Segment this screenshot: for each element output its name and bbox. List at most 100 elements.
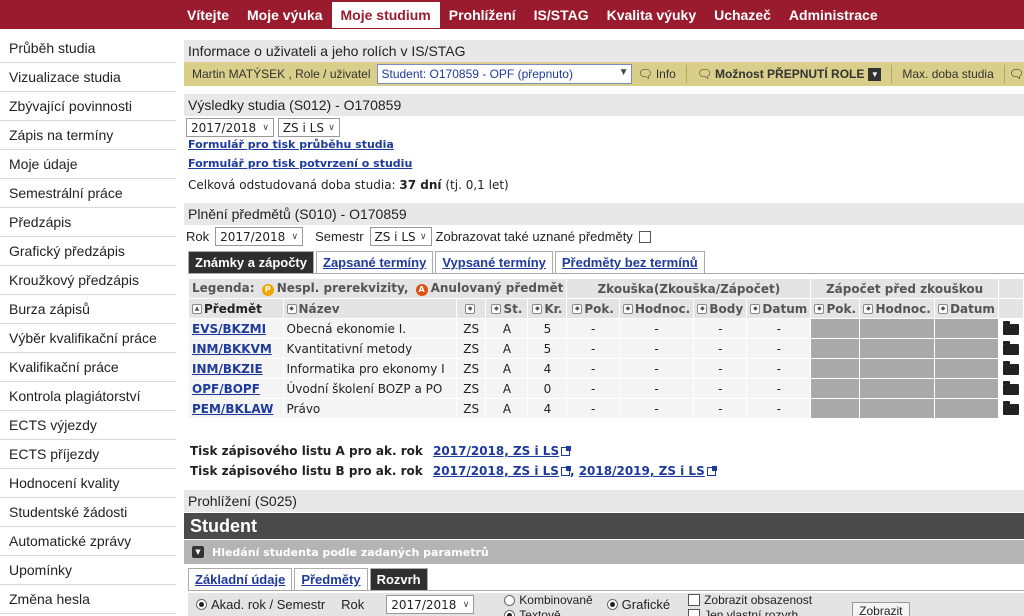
sidebar-item-my-data[interactable]: Moje údaje (0, 150, 176, 179)
folder-open-icon[interactable] (997, 318, 1024, 339)
sidebar-item-study-progress[interactable]: Průběh studia (0, 34, 176, 63)
tab-grades-credits[interactable]: Známky a zápočty (188, 251, 314, 273)
print-progress-link[interactable]: Formulář pro tisk průběhu studia (188, 138, 394, 151)
column-header-exam-date[interactable]: ◆ Datum (746, 298, 812, 319)
subject-code-link[interactable]: INM/BKKVM (192, 342, 272, 356)
tab-registered-terms[interactable]: Zapsané termíny (316, 251, 434, 273)
nav-item-is-stag[interactable]: IS/STAG (525, 2, 598, 28)
student-search-toggle[interactable]: ▼ Hledání studenta podle zadaných parame… (184, 540, 1024, 564)
sidebar-item-graphic-pre-enrollment[interactable]: Grafický předzápis (0, 237, 176, 266)
sidebar-item-ects-incoming[interactable]: ECTS příjezdy (0, 440, 176, 469)
study-duration-note: (tj. 0,1 let) (445, 178, 509, 192)
sidebar-item-plagiarism-check[interactable]: Kontrola plagiátorství (0, 382, 176, 411)
info-button[interactable]: 🗨 Info (632, 67, 682, 81)
nav-item-applicant[interactable]: Uchazeč (705, 2, 780, 28)
folder-open-icon[interactable] (997, 398, 1024, 419)
text-radio[interactable] (504, 609, 516, 616)
sort-icon: ◆ (697, 304, 708, 314)
sidebar-item-pre-enrollment[interactable]: Předzápis (0, 208, 176, 237)
switch-role-button[interactable]: 🗨 Možnost PŘEPNUTÍ ROLE ▼ (691, 67, 888, 81)
nav-item-my-studies[interactable]: Moje studium (331, 2, 440, 28)
dropdown-icon[interactable]: ▼ (868, 67, 882, 81)
year-semester-radio[interactable] (196, 599, 207, 610)
own-schedule-checkbox[interactable] (688, 609, 701, 616)
sort-icon: ◆ (938, 304, 949, 314)
chevron-down-icon: ∨ (262, 122, 269, 133)
print-list-b-link-2017[interactable]: 2017/2018, ZS i LS (433, 464, 559, 478)
sidebar-item-quality-evaluation[interactable]: Hodnocení kvality (0, 469, 176, 498)
sidebar-item-ects-outgoing[interactable]: ECTS výjezdy (0, 411, 176, 440)
tab-subjects-without-terms[interactable]: Předměty bez termínů (554, 251, 705, 273)
folder-open-icon[interactable] (997, 358, 1024, 379)
tab-basic-info[interactable]: Základní údaje (188, 568, 293, 590)
show-recognized-checkbox[interactable] (638, 230, 651, 243)
column-header-credit-date[interactable]: ◆ Datum (934, 298, 999, 319)
graphic-radio[interactable] (606, 599, 618, 610)
show-button[interactable]: Zobrazit (852, 601, 910, 616)
subject-code-link[interactable]: OPF/BOPF (192, 382, 260, 396)
subjects-year-select[interactable]: 2017/2018 ∨ (215, 227, 304, 246)
sidebar-item-study-visualization[interactable]: Vizualizace studia (0, 63, 176, 92)
subject-status: A (485, 338, 529, 359)
column-header-credits[interactable]: ◆ Kr. (527, 298, 568, 319)
folder-open-icon[interactable] (997, 338, 1024, 359)
credit-attempts (810, 338, 861, 359)
chat-icon[interactable]: 🗨 (1009, 67, 1024, 81)
subject-name: Úvodní školení BOZP a PO (282, 378, 458, 399)
print-list-a-link[interactable]: 2017/2018, ZS i LS (433, 444, 559, 458)
column-header-sort[interactable]: ◆ (456, 298, 487, 319)
column-header-exam-grade[interactable]: ◆ Hodnoc. (618, 298, 695, 319)
combined-radio[interactable] (504, 594, 516, 606)
print-list-b-link-2018[interactable]: 2018/2019, ZS i LS (579, 464, 705, 478)
show-occupancy-checkbox[interactable] (688, 594, 701, 607)
sidebar-item-student-requests[interactable]: Studentské žádosti (0, 498, 176, 527)
column-header-status[interactable]: ◆ St. (485, 298, 529, 319)
subject-code-link[interactable]: PEM/BKLAW (192, 402, 273, 416)
display-mode-group: Kombinovaně Textově (504, 593, 593, 616)
subject-status: A (485, 378, 529, 399)
sidebar-item-group-pre-enrollment[interactable]: Kroužkový předzápis (0, 266, 176, 295)
max-duration-button[interactable]: Max. doba studia (896, 67, 999, 81)
folder-open-icon[interactable] (997, 378, 1024, 399)
column-header-exam-attempts[interactable]: ◆ Pok. (566, 298, 620, 319)
column-header-credit-attempts[interactable]: ◆ Pok. (810, 298, 861, 319)
sidebar-item-thesis[interactable]: Kvalifikační práce (0, 353, 176, 382)
sidebar-item-remaining-duties[interactable]: Zbývající povinnosti (0, 92, 176, 121)
sidebar-item-change-password[interactable]: Změna hesla (0, 585, 176, 614)
subject-code-link[interactable]: INM/BKZIE (192, 362, 263, 376)
sidebar-item-semester-work[interactable]: Semestrální práce (0, 179, 176, 208)
tab-subjects[interactable]: Předměty (294, 568, 368, 590)
exam-date: - (746, 378, 812, 399)
print-confirmation-link[interactable]: Formulář pro tisk potvrzení o studiu (188, 157, 412, 170)
nav-item-teaching-quality[interactable]: Kvalita výuky (598, 2, 706, 28)
exam-points: - (693, 318, 748, 339)
column-header-name[interactable]: ◆ Název (282, 298, 458, 319)
column-header-subject[interactable]: ▲ Předmět (188, 298, 284, 319)
sidebar-item-enrollment-exchange[interactable]: Burza zápisů (0, 295, 176, 324)
subjects-tabs: Známky a zápočty Zapsané termíny Vypsané… (188, 251, 1024, 274)
nav-item-welcome[interactable]: Vítejte (178, 2, 238, 28)
browse-heading: Prohlížení (S025) (184, 490, 1024, 512)
tab-schedule[interactable]: Rozvrh (369, 568, 428, 590)
sidebar-item-automatic-messages[interactable]: Automatické zprávy (0, 527, 176, 556)
subjects-semester-select[interactable]: ZS i LS ∨ (369, 227, 432, 246)
tab-listed-terms[interactable]: Vypsané termíny (435, 251, 553, 273)
nav-item-browse[interactable]: Prohlížení (440, 2, 525, 28)
column-header-credit-grade[interactable]: ◆ Hodnoc. (859, 298, 936, 319)
credit-attempts (810, 358, 861, 379)
schedule-year-select[interactable]: 2017/2018 ∨ (386, 595, 475, 614)
exam-date: - (746, 318, 812, 339)
exam-points: - (693, 398, 748, 419)
grades-table: Legenda: P Nespl. prerekvizity, A Anulovan… (187, 278, 1024, 419)
results-year-select[interactable]: 2017/2018 ∨ (186, 118, 274, 137)
sidebar-item-reminders[interactable]: Upomínky (0, 556, 176, 585)
credit-date (934, 358, 999, 379)
role-select[interactable]: Student: O170859 - OPF (přepnuto) ▼ (376, 64, 632, 84)
nav-item-my-teaching[interactable]: Moje výuka (238, 2, 331, 28)
subject-code-link[interactable]: EVS/BKZMI (192, 322, 266, 336)
sidebar-item-thesis-selection[interactable]: Výběr kvalifikační práce (0, 324, 176, 353)
sidebar-item-exam-registration[interactable]: Zápis na termíny (0, 121, 176, 150)
results-semester-select[interactable]: ZS i LS ∨ (277, 118, 340, 137)
column-header-points[interactable]: ◆ Body (693, 298, 748, 319)
nav-item-administration[interactable]: Administrace (780, 2, 887, 28)
